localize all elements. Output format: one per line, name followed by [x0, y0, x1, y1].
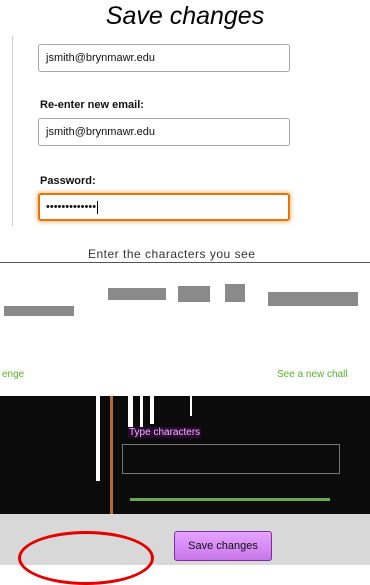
reenter-email-label: Re-enter new email:: [40, 99, 144, 111]
captcha-link-left[interactable]: enge: [2, 369, 24, 380]
captcha-links: enge See a new chall: [0, 366, 370, 396]
new-challenge-link[interactable]: See a new chall: [277, 369, 348, 380]
save-changes-button[interactable]: Save changes: [174, 531, 272, 561]
glitch-bar-2: [110, 396, 113, 514]
captcha-divider: [0, 262, 370, 263]
text-caret: [97, 200, 99, 214]
new-email-field[interactable]: jsmith@brynmawr.edu: [38, 44, 290, 72]
glitch-bar-4: [140, 396, 143, 430]
captcha-input[interactable]: [122, 444, 340, 474]
glitch-bar-6: [190, 396, 192, 416]
captcha-image-area: Enter the characters you see: [0, 226, 370, 366]
glitch-bar-5: [150, 396, 154, 424]
captcha-glyphs-5: [4, 306, 74, 316]
captcha-glyphs-1: [108, 288, 166, 300]
reenter-email-field[interactable]: jsmith@brynmawr.edu: [38, 118, 290, 146]
form-divider: [12, 36, 13, 226]
type-characters-label: Type characters: [128, 427, 202, 438]
captcha-glyphs-2: [178, 286, 210, 302]
password-dots: •••••••••••••: [46, 201, 97, 213]
glitch-bar-1: [96, 396, 100, 481]
glitch-line: [130, 498, 330, 501]
captcha-glyphs-3: [225, 284, 245, 302]
captcha-panel: Enter the characters you see enge See a …: [0, 226, 370, 514]
password-field[interactable]: •••••••••••••: [38, 193, 290, 221]
captcha-prompt: Enter the characters you see: [88, 247, 256, 261]
caption-title: Save changes: [105, 2, 265, 30]
annotation-oval: [18, 531, 154, 585]
password-label: Password:: [40, 175, 96, 187]
captcha-glyphs-4: [268, 292, 358, 306]
